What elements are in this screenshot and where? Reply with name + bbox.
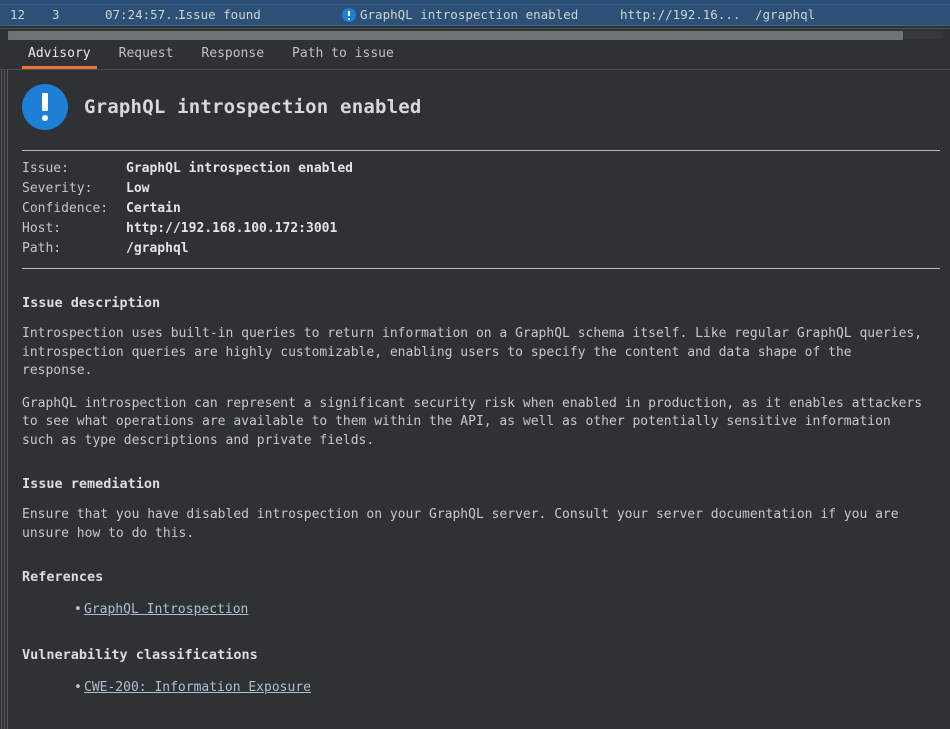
cell-id: 3 (52, 7, 60, 22)
tab-list: Advisory Request Response Path to issue (0, 41, 950, 69)
cell-action: Issue found (178, 7, 261, 22)
vulnerability-classifications-list: CWE-200: Information Exposure (22, 677, 940, 699)
scrollbar-thumb[interactable] (8, 31, 903, 40)
issue-metadata-table: Issue: GraphQL introspection enabled Sev… (22, 159, 353, 259)
advisory-header: GraphQL introspection enabled (22, 84, 940, 130)
meta-row-severity: Severity: Low (22, 179, 353, 199)
tab-path-to-issue[interactable]: Path to issue (278, 45, 408, 69)
panel-divider-rail (4, 70, 5, 729)
tab-request[interactable]: Request (105, 45, 188, 69)
page-title: GraphQL introspection enabled (84, 96, 422, 118)
meta-value-host: http://192.168.100.172:3001 (126, 221, 338, 236)
tab-response-label: Response (201, 46, 265, 61)
heading-issue-remediation: Issue remediation (22, 476, 161, 492)
cell-host: http://192.16... (620, 7, 741, 22)
cell-issue: GraphQL introspection enabled (360, 7, 579, 22)
divider-top (22, 150, 940, 151)
meta-row-path: Path: /graphql (22, 239, 353, 259)
advisory-tabbar: Advisory Request Response Path to issue (0, 41, 950, 70)
list-item: GraphQL Introspection (74, 599, 940, 621)
cell-path: /graphql (755, 7, 816, 22)
panel-divider-rail (1, 70, 2, 729)
heading-references: References (22, 569, 104, 585)
tab-advisory-label: Advisory (28, 46, 91, 61)
tab-response[interactable]: Response (187, 45, 278, 69)
cell-index: 12 (10, 7, 26, 22)
cell-time: 07:24:57... (105, 7, 188, 22)
info-exclamation-icon (342, 8, 356, 22)
advisory-content: GraphQL introspection enabled Issue: Gra… (9, 70, 950, 729)
meta-value-severity: Low (126, 181, 150, 196)
references-list: GraphQL Introspection (22, 599, 940, 621)
divider-bottom-wrap (22, 268, 940, 269)
issue-description-paragraph-1: Introspection uses built-in queries to r… (22, 326, 923, 378)
reference-link-graphql-introspection[interactable]: GraphQL Introspection (84, 602, 248, 617)
list-item: CWE-200: Information Exposure (74, 677, 940, 699)
meta-key-host: Host: (22, 221, 62, 236)
horizontal-scrollbar[interactable] (0, 28, 950, 41)
issue-remediation-paragraph-1: Ensure that you have disabled introspect… (22, 507, 899, 541)
meta-value-issue: GraphQL introspection enabled (126, 161, 353, 176)
heading-issue-description: Issue description (22, 295, 161, 311)
meta-key-issue: Issue: (22, 161, 69, 176)
classification-link-cwe-200[interactable]: CWE-200: Information Exposure (84, 680, 311, 695)
meta-row-host: Host: http://192.168.100.172:3001 (22, 219, 353, 239)
divider-bottom (22, 268, 940, 269)
meta-key-severity: Severity: (22, 181, 93, 196)
meta-value-path: /graphql (126, 241, 189, 256)
tab-request-label: Request (118, 46, 174, 61)
issues-results-table[interactable]: 12 3 07:24:57... Issue found GraphQL int… (0, 0, 950, 28)
meta-row-confidence: Confidence: Certain (22, 199, 353, 219)
meta-key-confidence: Confidence: (22, 201, 109, 216)
meta-key-path: Path: (22, 241, 62, 256)
table-row-selected[interactable]: 12 3 07:24:57... Issue found GraphQL int… (0, 4, 950, 26)
tab-path-to-issue-label: Path to issue (292, 46, 394, 61)
issue-description-paragraph-2: GraphQL introspection can represent a si… (22, 395, 923, 448)
panel-divider-rail (7, 70, 8, 729)
tab-advisory[interactable]: Advisory (14, 45, 105, 69)
meta-row-issue: Issue: GraphQL introspection enabled (22, 159, 353, 179)
info-exclamation-icon (22, 84, 68, 130)
heading-vulnerability-classifications: Vulnerability classifications (22, 647, 258, 663)
meta-value-confidence: Certain (126, 201, 181, 216)
advisory-pane: GraphQL introspection enabled Issue: Gra… (0, 70, 950, 729)
